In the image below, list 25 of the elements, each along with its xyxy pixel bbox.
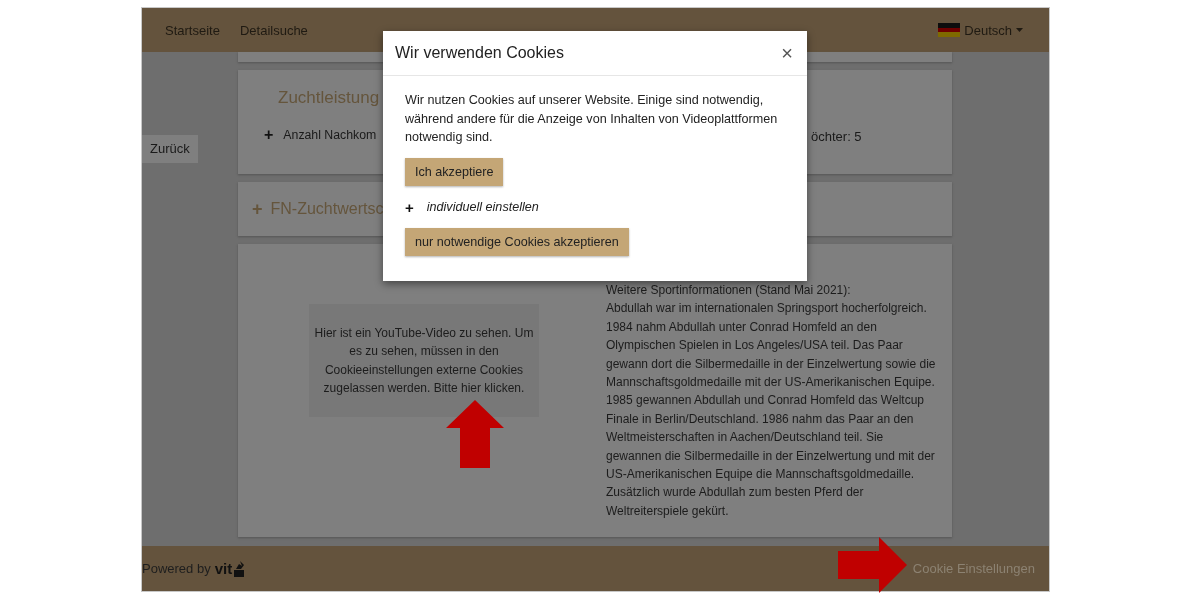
necessary-cookies-button[interactable]: nur notwendige Cookies akzeptieren (405, 227, 629, 256)
flag-icon (938, 23, 961, 37)
annotation-arrow (446, 400, 504, 468)
info-text: Abdullah war im internationalen Springsport hocherfolgreich. 1984 nahm Abdullah unter Conrad Homfeld an den Olympischen Spielen in Los Angeles/USA teil. Das Paar gewann dort die Silbermedaille in der Einzelwertung sowie die Mannschaftsgoldmedaille mit der US-Amerikanischen Equipe. 1985 gewannen Abdullah und Conrad Homfeld das Weltcup Finale in Berlin/Deutschland. 1986 nahm das Paar an den Weltmeisterschaften in Aachen/Deutschland teil. Sie gewannen die Silbermedaille in der Einzelwertung und mit der US-Amerikanischen Equipe die Mannschaftsgoldmedaille. Zusätzlich wurde Abdullah zum besten Pferd der Weltreiterspiele gekürt. (606, 300, 936, 520)
card-title: Zuchtleistung (278, 88, 380, 108)
nav-link[interactable]: Detailsuche (239, 22, 308, 38)
dialog-title: Wir verwenden Cookies (395, 44, 564, 62)
back-button[interactable]: Zurück (142, 135, 198, 163)
offspring-count: Anzahl Nachkom (283, 128, 377, 142)
daughters-count: öchter: 5 (811, 129, 862, 144)
dialog-text: Wir nutzen Cookies auf unserer Website. Einige sind notwendig, während andere für die Anzeige von Inhalten von Videoplattformen notwendig sind. (405, 92, 779, 146)
info-heading: Weitere Sportinformationen (Stand Mai 2021): (606, 282, 852, 299)
nav-link[interactable]: Startseite (165, 22, 220, 38)
accept-button[interactable]: Ich akzeptiere (405, 157, 504, 186)
powered-by-text: Powered by (142, 561, 211, 576)
video-placeholder[interactable]: Hier ist ein YouTube-Video zu sehen. Um es zu sehen, müssen in den Cookieeinstellungen externe Cookies zugelassen werden. Bitte hier klicken. (309, 304, 539, 417)
expand-toggle[interactable]: + (405, 198, 414, 216)
logo-icon (233, 560, 246, 577)
expand-toggle[interactable]: + (264, 126, 274, 144)
close-button[interactable]: × (779, 41, 795, 65)
custom-settings-link[interactable]: individuell einstellen (426, 200, 539, 214)
annotation-arrow (838, 537, 907, 593)
logo-text: vit (214, 560, 233, 577)
caret-icon (1016, 28, 1023, 32)
language-dropdown[interactable]: Deutsch (964, 22, 1012, 38)
